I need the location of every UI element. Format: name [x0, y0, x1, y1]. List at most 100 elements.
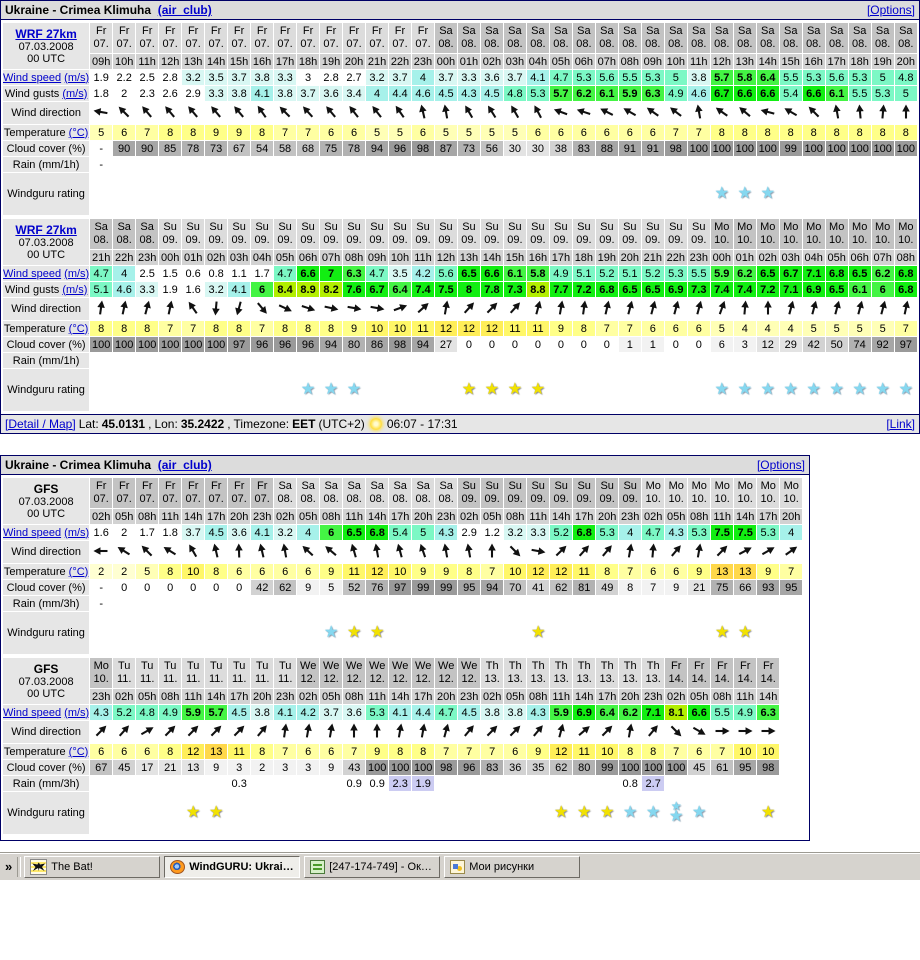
temperature-units-link[interactable]: (°C) [69, 566, 89, 578]
windguru-rating-cell [136, 612, 158, 654]
wind-direction-arrow [230, 103, 248, 121]
wind-direction-cell [366, 541, 388, 563]
wind-direction-cell [389, 541, 411, 563]
taskbar-chevron[interactable]: » [3, 859, 14, 874]
model-link[interactable]: WRF 27km [15, 27, 76, 41]
temperature-units-link[interactable]: (°C) [69, 323, 89, 335]
day-header-cell: Sa08. [343, 478, 365, 508]
cloud-cover-cell: 9 [320, 760, 342, 775]
wind-direction-arrow [391, 542, 409, 560]
temperature-units-link[interactable]: (°C) [69, 746, 89, 758]
rain-cell [573, 353, 595, 368]
day-header-cell: Sa08. [435, 23, 457, 53]
windguru-rating-cell [136, 792, 158, 834]
windguru-rating-cell [619, 173, 641, 215]
temperature-cell: 10 [389, 321, 411, 336]
wind-speed-units-link[interactable]: (m/s) [64, 268, 89, 280]
cloud-cover-cell: 100 [826, 141, 848, 156]
wind-gusts-cell: 2 [113, 86, 135, 101]
wind-direction-arrow [690, 722, 708, 740]
rain-cell: - [90, 157, 112, 172]
wind-gusts-units-link[interactable]: (m/s) [62, 284, 87, 296]
hour-header-cell: 15h [504, 250, 526, 265]
hour-header-cell: 04h [527, 54, 549, 69]
hour-header-cell: 14h [757, 689, 779, 704]
windguru-rating-cell: ★ [711, 369, 733, 411]
wind-speed-link[interactable]: Wind speed [3, 527, 61, 539]
wind-speed-link[interactable]: Wind speed [3, 72, 61, 84]
taskbar-button[interactable]: [247-174-749] - Окно со... [304, 856, 440, 878]
wind-speed-units-link[interactable]: (m/s) [64, 707, 89, 719]
airclub-link[interactable]: (air_club) [158, 3, 212, 17]
day-header-cell: We12. [297, 658, 319, 688]
cloud-cover-cell: 62 [274, 580, 296, 595]
options-link[interactable]: [Options] [757, 458, 805, 472]
rain-cell [711, 776, 733, 791]
taskbar-separator [17, 857, 21, 877]
cloud-cover-cell: 8 [619, 580, 641, 595]
temperature-units-link[interactable]: (°C) [69, 127, 89, 139]
wind-speed-link[interactable]: Wind speed [3, 268, 61, 280]
hour-header-cell: 14h [366, 509, 388, 524]
wind-gusts-cell: 4.5 [435, 86, 457, 101]
temperature-cell: 7 [458, 744, 480, 759]
rain-cell [734, 776, 756, 791]
hour-header-cell: 08h [320, 509, 342, 524]
cloud-cover-cell: 67 [228, 141, 250, 156]
wind-speed-cell: 5.3 [665, 266, 687, 281]
hour-header-cell: 14h [182, 509, 204, 524]
permalink-link[interactable]: [Link] [886, 417, 915, 431]
windguru-rating-cell: ★ [343, 369, 365, 411]
detail-map-link[interactable]: [Detail / Map] [5, 417, 76, 431]
wind-gusts-cell: 3.2 [205, 282, 227, 297]
taskbar-button[interactable]: The Bat! [24, 856, 160, 878]
hour-header-cell: 08h [711, 689, 733, 704]
taskbar: » The Bat!WindGURU: Ukraine - ...[247-17… [0, 852, 920, 880]
windguru-rating-cell [274, 173, 296, 215]
rating-star: ★ [531, 382, 545, 398]
options-link[interactable]: [Options] [867, 3, 915, 17]
cloud-cover-cell: 0 [228, 580, 250, 595]
hour-header-cell: 14h [205, 689, 227, 704]
taskbar-button[interactable]: WindGURU: Ukraine - ... [164, 856, 300, 878]
temperature-cell: 7 [182, 321, 204, 336]
rain-cell [251, 353, 273, 368]
wind-speed-units-link[interactable]: (m/s) [64, 72, 89, 84]
windguru-rating-cell [159, 369, 181, 411]
wind-direction-arrow [483, 722, 501, 740]
cloud-cover-cell: 87 [435, 141, 457, 156]
airclub-link[interactable]: (air_club) [158, 458, 212, 472]
cloud-cover-cell: 100 [159, 337, 181, 352]
cloud-cover-cell: 0 [159, 580, 181, 595]
wind-direction-cell [90, 102, 112, 124]
temperature-cell: 6 [320, 744, 342, 759]
rain-row-label: Rain (mm/3h) [3, 776, 89, 791]
wind-direction-cell [527, 298, 549, 320]
cloud-cover-cell: 13 [182, 760, 204, 775]
wind-speed-cell: 1.5 [159, 266, 181, 281]
hour-header-cell: 07h [320, 250, 342, 265]
wind-gusts-cell: 6.5 [619, 282, 641, 297]
wind-direction-cell [642, 541, 664, 563]
wind-direction-row-label: Wind direction [3, 102, 89, 124]
cloud-cover-cell: 58 [274, 141, 296, 156]
wind-direction-arrow [713, 299, 731, 317]
wind-speed-link[interactable]: Wind speed [3, 707, 61, 719]
cloud-cover-cell: 81 [573, 580, 595, 595]
wind-gusts-units-link[interactable]: (m/s) [62, 88, 87, 100]
day-header-cell: Su09. [182, 219, 204, 249]
rain-cell [757, 776, 779, 791]
rain-cell [274, 157, 296, 172]
hour-header-cell: 23h [435, 509, 457, 524]
wind-direction-arrow [667, 103, 685, 121]
wind-direction-arrow [782, 103, 800, 121]
windguru-rating-cell [182, 369, 204, 411]
day-header-cell: Fr07. [113, 23, 135, 53]
day-header-cell: Su09. [619, 478, 641, 508]
model-link[interactable]: WRF 27km [15, 223, 76, 237]
model-label: GFS [3, 482, 89, 496]
taskbar-button[interactable]: Мои рисунки [444, 856, 580, 878]
wind-speed-units-link[interactable]: (m/s) [64, 527, 89, 539]
hour-header-cell: 21h [90, 250, 112, 265]
day-header-cell: Su09. [343, 219, 365, 249]
